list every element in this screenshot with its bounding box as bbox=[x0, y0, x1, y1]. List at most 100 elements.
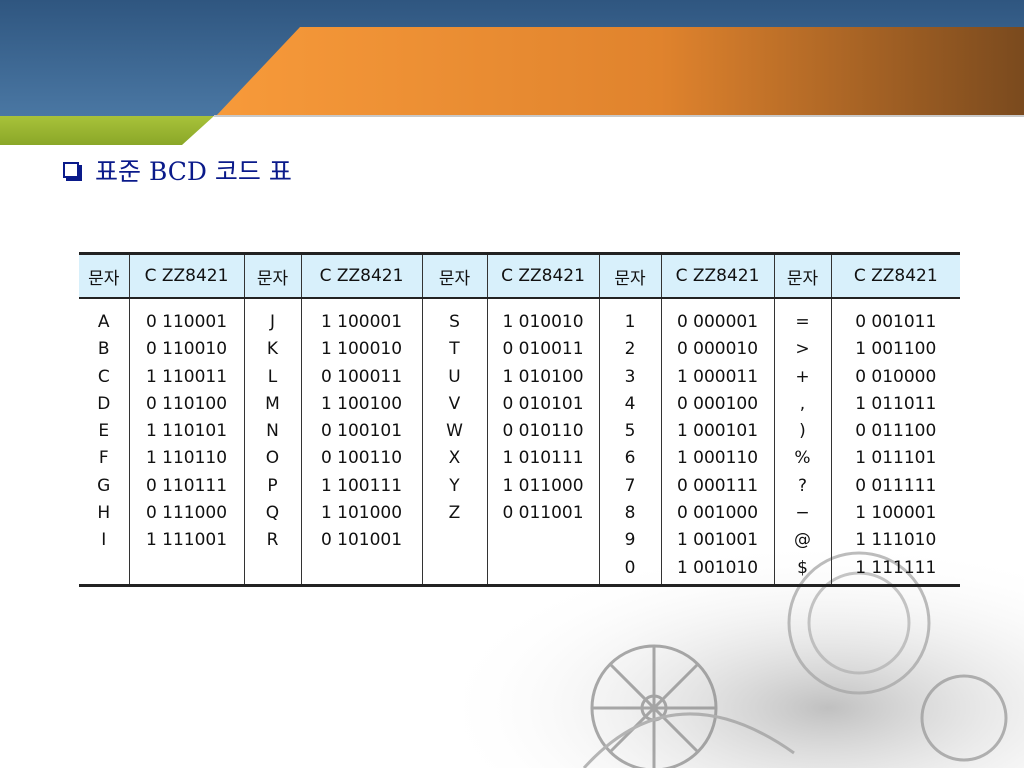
char-cell: W bbox=[446, 421, 463, 442]
code-cell: 1 011011 bbox=[855, 393, 937, 414]
char-cell: 2 bbox=[624, 339, 636, 360]
code-column: 1 010010 0 010011 1 010100 0 010101 0 010110… bbox=[486, 298, 599, 586]
code-cell: 0 110001 bbox=[145, 312, 228, 332]
char-column: STUVWXYZ bbox=[421, 298, 487, 586]
char-cell: 8 bbox=[624, 503, 636, 524]
char-cell: − bbox=[795, 503, 810, 524]
header-char: 문자 bbox=[773, 253, 831, 299]
char-cell: M bbox=[265, 393, 280, 414]
header-char: 문자 bbox=[243, 253, 301, 299]
char-cell: ? bbox=[797, 475, 808, 496]
char-cell: @ bbox=[794, 530, 811, 551]
header-banner bbox=[0, 0, 1024, 145]
code-cell: 1 110101 bbox=[145, 421, 228, 442]
char-cell: 7 bbox=[624, 475, 636, 496]
code-cell: 0 110010 bbox=[145, 339, 228, 360]
char-cell: + bbox=[795, 366, 810, 387]
code-cell: 0 000001 bbox=[676, 312, 759, 332]
code-cell: 0 011001 bbox=[502, 503, 584, 524]
code-cell: 0 110100 bbox=[145, 393, 228, 414]
char-cell: 9 bbox=[624, 530, 636, 551]
header-code: C ZZ8421 bbox=[660, 253, 774, 299]
code-cell: 1 111010 bbox=[855, 530, 937, 551]
char-cell: Z bbox=[448, 503, 461, 524]
char-cell: Q bbox=[265, 503, 280, 524]
char-cell: C bbox=[97, 366, 110, 387]
header-code: C ZZ8421 bbox=[830, 253, 960, 299]
slide-title: 표준 BCD 코드 표 bbox=[63, 150, 292, 190]
char-cell: B bbox=[97, 339, 110, 360]
slide-title-text: 표준 BCD 코드 표 bbox=[95, 157, 292, 186]
code-cell: 1 011101 bbox=[855, 448, 937, 469]
bcd-code-table: 문자 C ZZ8421 문자 C ZZ8421 문자 C ZZ8421 문자 C… bbox=[79, 252, 960, 587]
square-bullet-icon bbox=[63, 162, 79, 178]
char-cell: H bbox=[97, 503, 111, 524]
char-cell: P bbox=[267, 475, 278, 496]
code-cell: 0 000010 bbox=[676, 339, 759, 360]
table-row: ABCDEFGHI 0 110001 0 110010 1 110011 0 11010… bbox=[79, 298, 960, 586]
code-cell: 0 100011 bbox=[320, 366, 403, 387]
header-code: C ZZ8421 bbox=[128, 253, 244, 299]
code-cell: 1 111111 bbox=[855, 557, 937, 578]
char-cell: > bbox=[795, 339, 810, 360]
char-cell: J bbox=[269, 312, 275, 332]
code-cell: 1 110110 bbox=[145, 448, 228, 469]
code-cell: 1 110011 bbox=[145, 366, 228, 387]
char-cell: O bbox=[265, 448, 280, 469]
code-cell: 0 011100 bbox=[855, 421, 937, 442]
code-cell: 1 010111 bbox=[502, 448, 584, 469]
char-cell: A bbox=[97, 312, 110, 332]
code-cell: 0 010011 bbox=[502, 339, 584, 360]
char-cell: I bbox=[101, 530, 107, 551]
char-cell: L bbox=[267, 366, 278, 387]
code-cell: 0 000111 bbox=[676, 475, 759, 496]
code-cell: 1 111001 bbox=[145, 530, 228, 551]
char-cell: E bbox=[98, 421, 110, 442]
char-cell: U bbox=[448, 366, 461, 387]
code-cell: 1 100010 bbox=[320, 339, 403, 360]
char-cell: T bbox=[449, 339, 460, 360]
char-cell: D bbox=[97, 393, 111, 414]
char-column: = > +,)%? − @ $ bbox=[773, 298, 831, 586]
code-cell: 1 101000 bbox=[320, 503, 403, 524]
code-column: 0 000001 0 000010 1 000011 0 000100 1 000101… bbox=[660, 298, 774, 586]
char-cell: S bbox=[449, 312, 460, 332]
code-column: 0 110001 0 110010 1 110011 0 110100 1 110101… bbox=[128, 298, 244, 586]
code-cell: 0 011111 bbox=[855, 475, 937, 496]
char-cell: Y bbox=[449, 475, 460, 496]
char-cell: $ bbox=[797, 557, 808, 578]
char-cell: 1 bbox=[624, 312, 636, 332]
table-header-row: 문자 C ZZ8421 문자 C ZZ8421 문자 C ZZ8421 문자 C… bbox=[79, 253, 960, 299]
code-cell: 1 001010 bbox=[676, 557, 759, 578]
header-code: C ZZ8421 bbox=[486, 253, 599, 299]
char-cell: F bbox=[98, 448, 109, 469]
char-cell: 5 bbox=[624, 421, 636, 442]
char-column: ABCDEFGHI bbox=[79, 298, 129, 585]
code-cell: 1 001001 bbox=[676, 530, 759, 551]
code-cell: 1 000101 bbox=[676, 421, 759, 442]
code-cell: 1 010100 bbox=[502, 366, 584, 387]
char-cell: R bbox=[266, 530, 279, 551]
char-cell: K bbox=[266, 339, 279, 360]
char-cell: X bbox=[448, 448, 461, 469]
code-cell: 0 010101 bbox=[502, 393, 584, 414]
char-column: JKLMNOPQR bbox=[243, 298, 301, 586]
code-cell: 0 001011 bbox=[855, 312, 937, 332]
code-cell: 1 100001 bbox=[320, 312, 403, 332]
code-cell: 0 100101 bbox=[320, 421, 403, 442]
code-cell: 0 000100 bbox=[676, 393, 759, 414]
header-char: 문자 bbox=[598, 253, 661, 299]
code-cell: 1 000110 bbox=[676, 448, 759, 469]
code-cell: 0 101001 bbox=[320, 530, 403, 551]
char-column: 1 2 3 4 5 6 7 8 9 0 bbox=[598, 298, 661, 586]
char-cell: , bbox=[799, 393, 806, 414]
header-char: 문자 bbox=[79, 253, 129, 299]
code-cell: 1 000011 bbox=[676, 366, 759, 387]
code-column: 0 001011 1 001100 0 010000 1 011011 0 011100… bbox=[830, 298, 960, 586]
char-cell: 4 bbox=[624, 393, 636, 414]
code-cell: 0 001000 bbox=[676, 503, 759, 524]
char-cell: V bbox=[448, 393, 461, 414]
code-cell: 0 111000 bbox=[145, 503, 228, 524]
char-cell: N bbox=[266, 421, 279, 442]
char-cell: 0 bbox=[624, 557, 636, 578]
